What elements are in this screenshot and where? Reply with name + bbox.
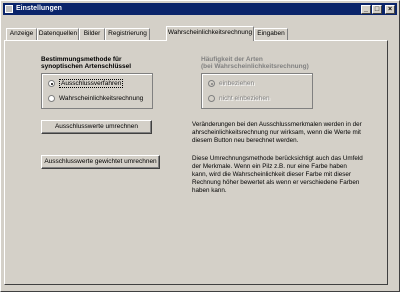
radio-button[interactable] (208, 95, 215, 102)
tab-registrierung[interactable]: Registrierung (105, 28, 150, 40)
settings-window: Einstellungen _ □ × Anzeige Datenquellen… (0, 0, 400, 292)
tab-anzeige[interactable]: Anzeige (6, 28, 37, 40)
radio-label-einbeziehen: einbeziehen (219, 80, 255, 87)
recalc-weighted-button[interactable]: Ausschlusswerte gewichtet umrechnen (41, 155, 160, 169)
radio-einbeziehen[interactable]: einbeziehen (208, 79, 308, 89)
tab-wahrscheinlichkeitsrechnung[interactable]: Wahrscheinlichkeitsrechnung (166, 26, 254, 41)
radio-label-ausschlussverfahren: Ausschlussverfahren (59, 79, 124, 88)
method-group-subtitle: synoptischen Artenschlüssel (41, 63, 132, 70)
radio-label-wahrscheinlichkeitsrechnung: Wahrscheinlichkeitsrechnung (59, 95, 144, 102)
tab-datenquellen[interactable]: Datenquellen (37, 28, 79, 40)
minimize-button[interactable]: _ (361, 5, 371, 14)
app-icon (5, 5, 13, 13)
recalc-weighted-info-text: Diese Umrechnungsmethode berücksichtigt … (192, 155, 363, 195)
radio-nicht-einbeziehen[interactable]: nicht einbeziehen (208, 94, 308, 104)
frequency-group-subtitle: (bei Wahrscheinlichkeitsrechnung) (201, 63, 309, 70)
radio-wahrscheinlichkeitsrechnung[interactable]: Wahrscheinlichkeitsrechnung (48, 94, 148, 104)
maximize-button[interactable]: □ (372, 5, 382, 14)
recalc-info-text: Veränderungen bei den Ausschlussmerkmale… (192, 121, 362, 145)
radio-button[interactable] (208, 80, 215, 87)
tab-eingaben[interactable]: Eingaben (254, 28, 288, 40)
radio-label-nicht-einbeziehen: nicht einbeziehen (219, 95, 270, 102)
title-bar[interactable]: Einstellungen _ □ × (3, 3, 397, 15)
window-title: Einstellungen (16, 5, 62, 12)
tab-bilder[interactable]: Bilder (79, 28, 105, 40)
radio-ausschlussverfahren[interactable]: Ausschlussverfahren (48, 79, 148, 89)
close-button[interactable]: × (385, 5, 395, 14)
radio-button[interactable] (48, 80, 55, 87)
recalc-button[interactable]: Ausschlusswerte umrechnen (41, 120, 152, 134)
tab-panel: Bestimmungsmethode für synoptischen Arte… (4, 40, 388, 285)
radio-button[interactable] (48, 95, 55, 102)
